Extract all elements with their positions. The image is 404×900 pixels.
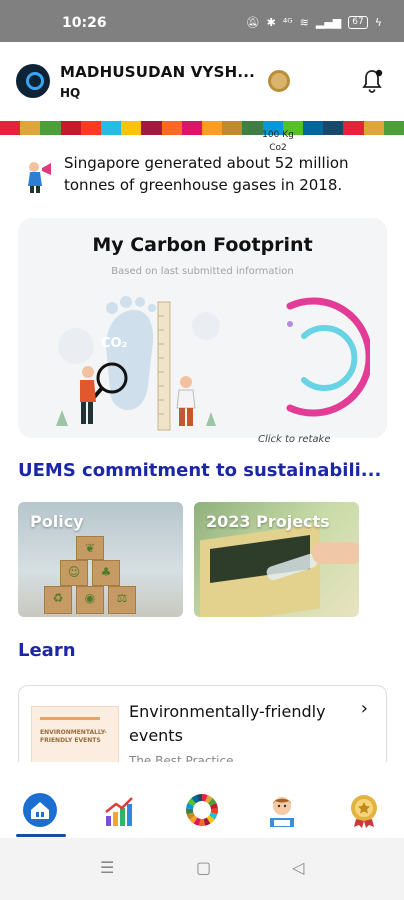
sdg-stripe-segment — [20, 121, 41, 135]
policy-tile[interactable]: Policy ♻ ◉ ⚖ ☺ ♣ ❦ — [18, 502, 183, 617]
gauge-value: 100 Kg — [262, 130, 294, 140]
home-icon[interactable] — [22, 792, 58, 828]
bottom-nav — [0, 762, 404, 838]
leaf-block: ❦ — [76, 536, 104, 560]
sdg-stripe-segment — [222, 121, 243, 135]
sdg-stripe-segment — [202, 121, 223, 135]
sdg-stripe-segment — [40, 121, 61, 135]
carbon-footprint-card[interactable]: My Carbon Footprint Based on last submit… — [18, 218, 387, 438]
sdg-stripe-segment — [343, 121, 364, 135]
commitment-section-title[interactable]: UEMS commitment to sustainabili... — [18, 460, 388, 481]
sdg-stripe-segment — [101, 121, 122, 135]
back-button[interactable]: ◁ — [292, 858, 304, 877]
user-location: HQ — [60, 86, 81, 100]
sdg-stripe-segment — [363, 121, 384, 135]
projects-tile[interactable]: 2023 Projects — [194, 502, 359, 617]
recent-apps-button[interactable]: ☰ — [100, 858, 114, 877]
user-name[interactable]: MADHUSUDAN VYSH... — [60, 63, 260, 81]
sdg-stripe-segment — [181, 121, 203, 135]
projects-tile-label: 2023 Projects — [206, 512, 330, 531]
learn-card-heading: Environmentally-friendly events — [129, 702, 326, 745]
user-avatar[interactable] — [16, 64, 50, 98]
sdg-stripe-segment — [161, 121, 182, 135]
retake-link[interactable]: Click to retake — [258, 434, 330, 445]
people-block: ☺ — [60, 560, 88, 586]
app-header: MADHUSUDAN VYSH... HQ — [0, 42, 404, 120]
battery-icon: 67 — [348, 16, 368, 29]
sdg-stripe-segment — [323, 121, 344, 135]
trend-chart-icon[interactable] — [102, 792, 138, 828]
carbon-card-title: My Carbon Footprint — [92, 234, 313, 256]
learn-section-title: Learn — [18, 640, 76, 661]
system-navigation-bar: ☰ ▢ ◁ — [0, 838, 404, 900]
plant-block: ♣ — [92, 560, 120, 586]
carbon-gauge-chart[interactable] — [250, 292, 370, 422]
learn-thumb-text: ENVIRONMENTALLY-FRIENDLY EVENTS — [40, 729, 107, 744]
profile-reading-icon[interactable] — [264, 792, 300, 828]
network-type-icon: ⁴ᴳ — [282, 16, 293, 29]
sdg-color-stripe — [0, 121, 404, 135]
scales-block: ⚖ — [108, 586, 136, 614]
chevron-right-icon[interactable]: › — [361, 698, 368, 719]
wifi-icon: ≋ — [299, 16, 309, 29]
gauge-unit: Co2 — [269, 143, 287, 153]
sdg-wheel-icon[interactable] — [184, 792, 220, 828]
co2-footprint-label: CO₂ — [101, 336, 128, 351]
footprint-illustration — [56, 296, 220, 431]
sdg-stripe-segment — [141, 121, 162, 135]
charging-icon: ϟ — [374, 16, 382, 29]
gauge-value-text: 100 Kg Co2 — [246, 129, 310, 155]
badge-medal-icon[interactable] — [346, 792, 382, 828]
home-button[interactable]: ▢ — [196, 858, 211, 877]
bluetooth-icon: ✱ — [266, 16, 276, 29]
notification-bell-icon[interactable] — [360, 68, 384, 94]
medal-icon[interactable] — [268, 70, 290, 92]
sdg-stripe-segment — [383, 121, 404, 135]
person-megaphone-icon — [28, 162, 51, 193]
sdg-stripe-segment — [0, 121, 21, 135]
mute-icon: 🔕︎ — [245, 16, 260, 29]
carbon-card-subtitle: Based on last submitted information — [111, 266, 294, 277]
status-bar: 10:26 🔕︎ ✱ ⁴ᴳ ≋ ▂▄▆ 67 ϟ — [0, 0, 404, 42]
status-time: 10:26 — [62, 15, 107, 31]
policy-tile-label: Policy — [30, 512, 84, 531]
hand — [312, 542, 359, 564]
sdg-stripe-segment — [60, 121, 81, 135]
status-icons: 🔕︎ ✱ ⁴ᴳ ≋ ▂▄▆ 67 ϟ — [246, 16, 382, 29]
sdg-stripe-segment — [80, 121, 102, 135]
active-tab-indicator — [16, 834, 66, 837]
globe-block: ◉ — [76, 586, 104, 614]
fact-text: Singapore generated about 52 million ton… — [64, 154, 349, 194]
recycle-block: ♻ — [44, 586, 72, 614]
fact-banner: Singapore generated about 52 million ton… — [18, 148, 398, 204]
sdg-stripe-segment — [121, 121, 142, 135]
signal-icon: ▂▄▆ — [315, 16, 342, 29]
